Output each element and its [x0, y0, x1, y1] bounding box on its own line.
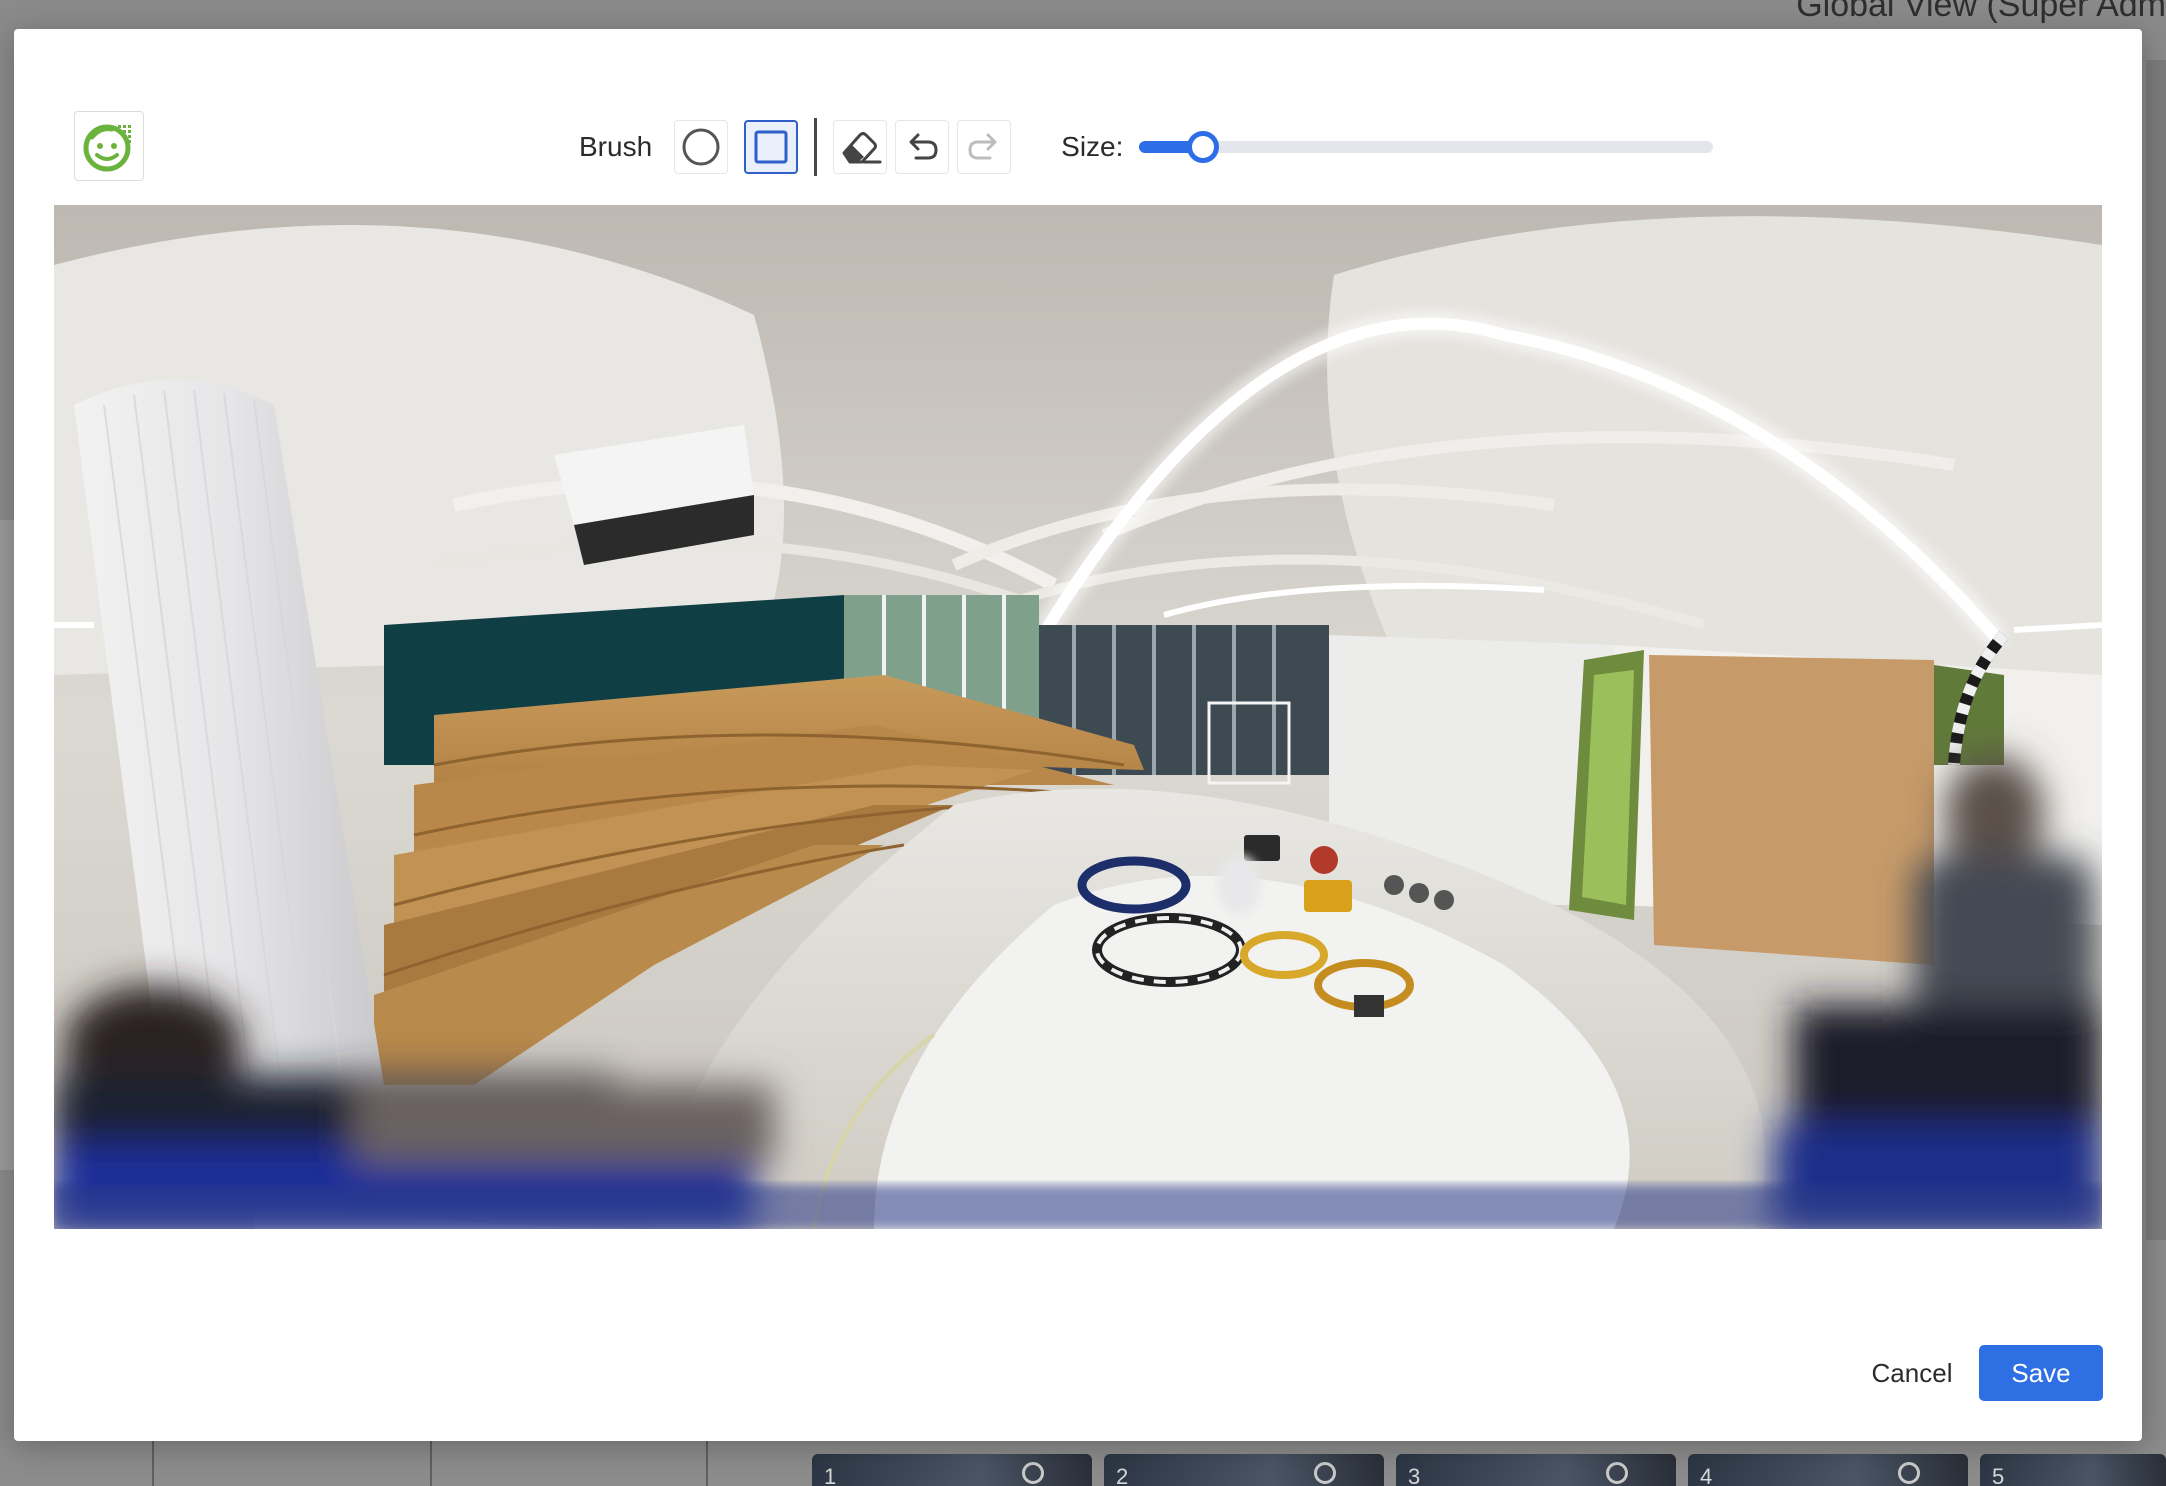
toolbar-separator [814, 118, 818, 176]
background-divider [706, 1440, 708, 1486]
thumbnail-number: 1 [824, 1464, 837, 1486]
thumbnail-face-icon [1606, 1462, 1628, 1484]
slider-track [1139, 141, 1714, 153]
thumbnail-face-icon [1022, 1462, 1044, 1484]
redo-button[interactable] [957, 120, 1012, 174]
size-label: Size: [1061, 131, 1124, 162]
brush-toolbar: Brush Size: [579, 118, 1714, 176]
thumbnail-number: 5 [1992, 1464, 2005, 1486]
thumbnail-face-icon [1314, 1462, 1336, 1484]
thumbnail-number: 3 [1408, 1464, 1421, 1486]
square-icon [754, 130, 788, 164]
cancel-button[interactable]: Cancel [1862, 1345, 1962, 1401]
undo-button[interactable] [895, 120, 950, 174]
square-brush-button[interactable] [744, 120, 799, 174]
background-thumbnail: 2 [1104, 1454, 1384, 1486]
background-thumbnail: 4 [1688, 1454, 1968, 1486]
background-right-panel [2146, 60, 2166, 1240]
logo-button[interactable] [74, 111, 144, 181]
circle-brush-button[interactable] [674, 120, 729, 174]
panorama-image [54, 205, 2102, 1229]
panorama-canvas[interactable] [54, 205, 2102, 1229]
background-thumbnail: 1 [812, 1454, 1092, 1486]
redo-icon [968, 133, 997, 160]
eraser-button[interactable] [833, 120, 888, 174]
save-button[interactable]: Save [1979, 1345, 2103, 1401]
background-thumbnail: 5 [1980, 1454, 2166, 1486]
thumbnail-face-icon [1898, 1462, 1920, 1484]
thumbnail-number: 4 [1700, 1464, 1713, 1486]
background-thumbnail: 3 [1396, 1454, 1676, 1486]
brush-label: Brush [579, 131, 653, 162]
background-divider [430, 1440, 432, 1486]
undo-icon [909, 133, 938, 160]
background-left-panel [0, 520, 14, 1170]
thumbnail-number: 2 [1116, 1464, 1129, 1486]
circle-icon [682, 128, 720, 166]
background-divider [152, 1440, 154, 1486]
face-logo-icon [83, 124, 131, 172]
slider-handle[interactable] [1186, 131, 1219, 163]
background-header-title: Global View (Super Adm [1796, 0, 2166, 24]
blur-editor-modal: Brush Size: Cancel Save [14, 29, 2142, 1441]
brush-size-slider[interactable] [1139, 131, 1714, 163]
eraser-icon [842, 132, 882, 164]
